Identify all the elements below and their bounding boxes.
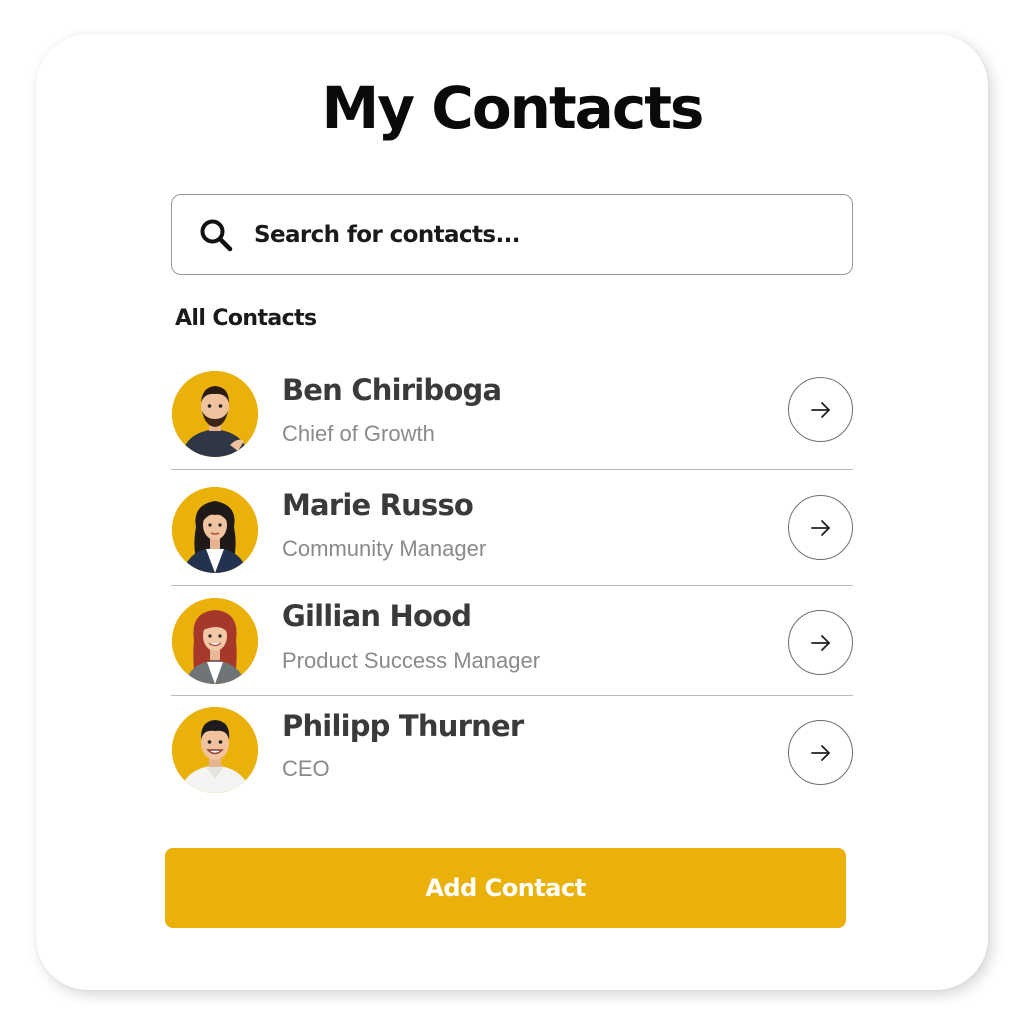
contact-role: Product Success Manager [282,648,541,673]
open-contact-button[interactable] [788,610,853,675]
row-divider [171,469,853,470]
search-placeholder: Search for contacts... [254,221,520,248]
avatar [172,598,258,684]
contact-row[interactable]: Ben Chiriboga Chief of Growth [171,360,853,470]
row-divider [171,695,853,696]
contact-name: Ben Chiriboga [282,373,502,407]
arrow-right-icon [810,519,830,536]
arrow-right-icon [810,744,830,761]
avatar-man-beard-icon [172,371,258,457]
avatar [172,371,258,457]
add-contact-button[interactable]: Add Contact [165,848,846,928]
open-contact-button[interactable] [788,720,853,785]
arrow-right-icon [810,634,830,651]
contact-role: CEO [282,756,330,781]
contact-role: Community Manager [282,536,487,561]
search-icon [196,215,236,255]
open-contact-button[interactable] [788,495,853,560]
contact-name: Marie Russo [282,488,474,522]
arrow-right-icon [810,401,830,418]
avatar [172,707,258,793]
contact-row[interactable]: Gillian Hood Product Success Manager [171,586,853,696]
avatar-woman-dark-hair-icon [172,487,258,573]
search-input[interactable]: Search for contacts... [171,194,853,275]
contact-name: Gillian Hood [282,599,472,633]
contact-row[interactable]: Marie Russo Community Manager [171,475,853,585]
page-title: My Contacts [321,74,705,142]
contact-name: Philipp Thurner [282,709,524,743]
avatar [172,487,258,573]
avatar-man-smiling-icon [172,707,258,793]
section-label-all-contacts: All Contacts [175,306,317,331]
avatar-woman-red-hair-icon [172,598,258,684]
contact-row[interactable]: Philipp Thurner CEO [171,697,853,807]
open-contact-button[interactable] [788,377,853,442]
contact-role: Chief of Growth [282,421,435,446]
